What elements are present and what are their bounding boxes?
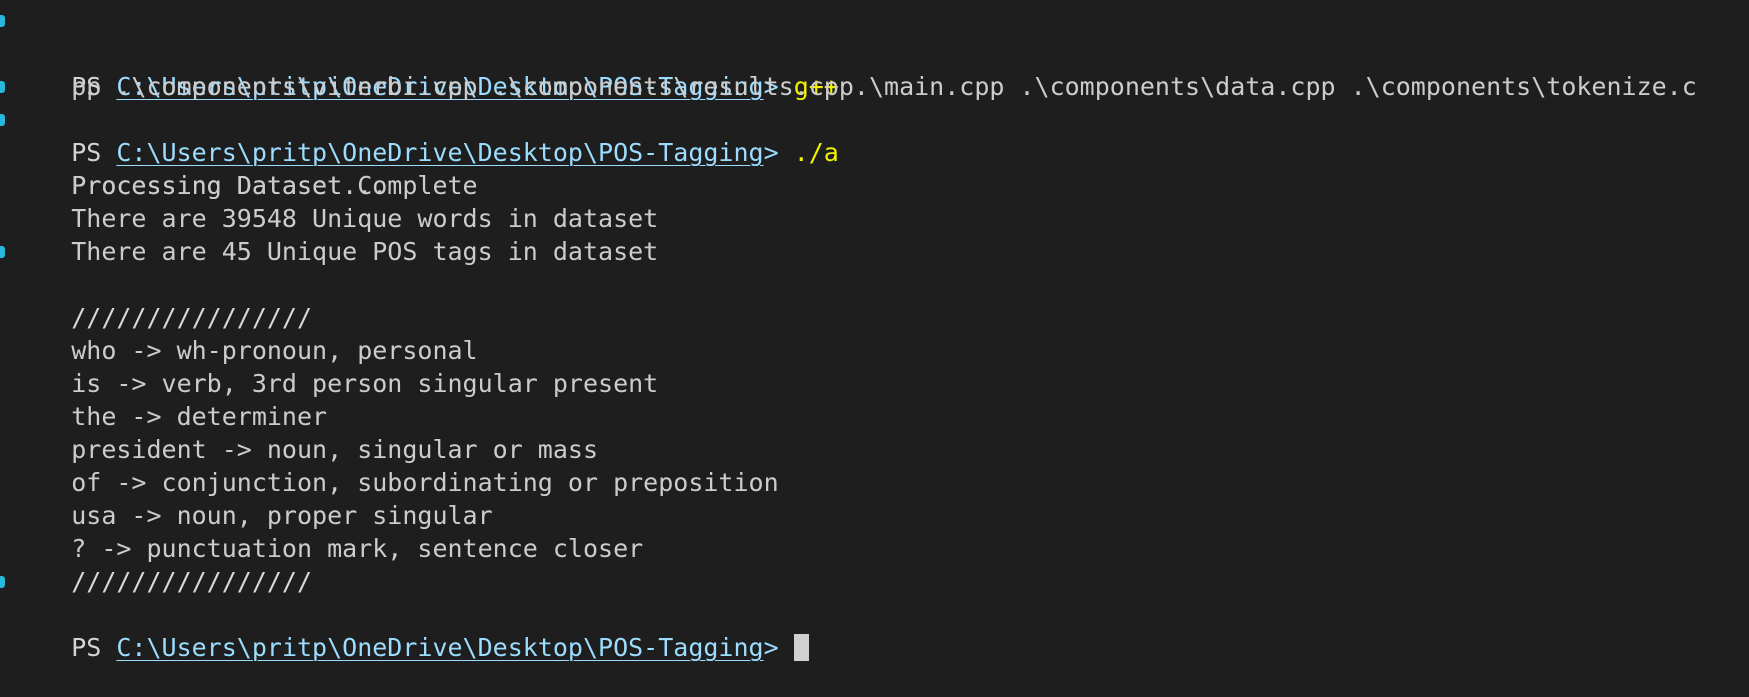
terminal-line-tag-is: is -> verb, 3rd person singular present: [0, 334, 1749, 398]
terminal-line-output-processing-complete: Processing Dataset Complete: [0, 136, 1749, 200]
command-gutter-marker-icon: [0, 576, 5, 588]
terminal-line-output-unique-words: There are 39548 Unique words in dataset: [0, 169, 1749, 233]
terminal-line-tag-the: the -> determiner: [0, 367, 1749, 431]
prompt-chevron: >: [763, 633, 794, 662]
prompt-prefix: PS: [71, 633, 117, 662]
terminal-line-tag-question-mark: ? -> punctuation mark, sentence closer: [0, 499, 1749, 563]
command-gutter-marker-icon: [0, 81, 5, 93]
terminal-line-prompt-compile[interactable]: PS C:\Users\pritp\OneDrive\Desktop\POS-T…: [0, 4, 1749, 101]
terminal-line-tag-who: who -> wh-pronoun, personal: [0, 301, 1749, 365]
prompt-path: C:\Users\pritp\OneDrive\Desktop\POS-Tagg…: [116, 633, 764, 662]
terminal-line-tag-usa: usa -> noun, proper singular: [0, 466, 1749, 530]
terminal-line-blank: [0, 235, 1749, 268]
terminal-line-separator-top: ////////////////: [0, 268, 1749, 332]
terminal-line-wrap-continuation: pp .\components\viterbi.cpp .\components…: [0, 37, 1749, 101]
terminal-line-separator-bottom: ////////////////: [0, 532, 1749, 596]
command-gutter-marker-icon: [0, 114, 5, 126]
command-gutter-marker-icon: [0, 246, 5, 258]
terminal-line-tag-president: president -> noun, singular or mass: [0, 400, 1749, 464]
terminal-line-prompt-run[interactable]: PS C:\Users\pritp\OneDrive\Desktop\POS-T…: [0, 70, 1749, 167]
terminal-line-output-processing-start: Processing Dataset...: [0, 103, 1749, 200]
text-cursor[interactable]: [793, 634, 809, 661]
terminal-line-prompt-active[interactable]: PS C:\Users\pritp\OneDrive\Desktop\POS-T…: [0, 565, 1749, 662]
command-gutter-marker-icon: [0, 15, 5, 27]
terminal-line-output-unique-tags: There are 45 Unique POS tags in dataset: [0, 202, 1749, 266]
terminal-output-pane[interactable]: PS C:\Users\pritp\OneDrive\Desktop\POS-T…: [0, 0, 1749, 672]
terminal-line-tag-of: of -> conjunction, subordinating or prep…: [0, 433, 1749, 497]
